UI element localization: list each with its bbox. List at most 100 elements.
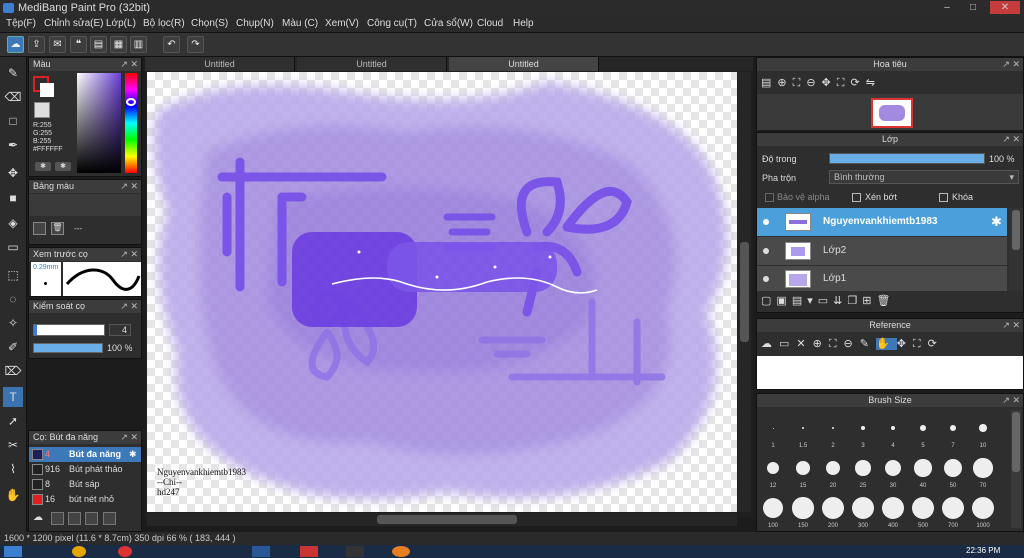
panel-controls-icon[interactable]: ↗ ✕ <box>120 431 138 444</box>
brush-size-dot[interactable] <box>796 461 810 475</box>
navigator-thumbnail[interactable] <box>871 98 913 128</box>
hue-slider[interactable] <box>125 73 137 173</box>
hand-tool-icon[interactable]: ✋ <box>3 485 23 505</box>
tab-untitled-1[interactable]: Untitled <box>145 57 295 71</box>
terminal-icon[interactable] <box>346 546 364 557</box>
grid-icon[interactable]: ▦ <box>110 36 127 53</box>
menu-capture[interactable]: Chụp(N) <box>236 18 274 29</box>
fit-window-icon[interactable]: ⛶ <box>913 338 928 350</box>
new-halftone-icon[interactable]: ▤ <box>792 295 807 307</box>
flip-icon[interactable]: ⇋ <box>866 77 881 89</box>
close-button[interactable]: ✕ <box>990 1 1020 14</box>
word-icon[interactable] <box>252 546 270 557</box>
maximize-button[interactable]: □ <box>962 1 984 14</box>
palette-area[interactable] <box>29 194 141 216</box>
new-layer-icon[interactable]: ▢ <box>761 295 776 307</box>
eraser-tool-icon[interactable]: ⌫ <box>3 87 23 107</box>
panel-controls-icon[interactable]: ↗ ✕ <box>120 248 138 261</box>
zoom-out-icon[interactable]: ⊖ <box>806 77 821 89</box>
saturation-picker[interactable] <box>77 73 121 173</box>
panel-controls-icon[interactable]: ↗ ✕ <box>1002 58 1020 71</box>
menu-tools[interactable]: Công cụ(T) <box>367 18 417 29</box>
operation-tool-icon[interactable]: ➚ <box>3 411 23 431</box>
brush-cloud-icon[interactable]: ☁ <box>33 512 47 525</box>
actual-size-icon[interactable]: ✥ <box>822 77 837 89</box>
new-brush-icon[interactable] <box>51 512 64 525</box>
brush-item-but-phat-thao[interactable]: 916 Bút phát thảo <box>29 462 141 477</box>
reference-view[interactable] <box>757 356 1023 389</box>
redo-icon[interactable]: ↷ <box>187 36 204 53</box>
rotate-icon[interactable]: ⟳ <box>928 338 944 350</box>
brush-tool-icon[interactable]: ✎ <box>3 63 23 83</box>
brush-size-dot[interactable] <box>861 426 865 430</box>
layout-icon[interactable]: ▥ <box>130 36 147 53</box>
duplicate-layer-icon[interactable]: ❐ <box>847 295 862 307</box>
cloud-icon[interactable]: ☁ <box>7 36 24 53</box>
eye-icon[interactable] <box>763 219 769 225</box>
minimize-button[interactable]: – <box>936 1 958 14</box>
brush-size-dot[interactable] <box>852 497 874 519</box>
vertical-scrollbar[interactable] <box>738 72 751 512</box>
menu-cloud[interactable]: Cloud <box>477 18 503 29</box>
new-palette-icon[interactable] <box>33 222 46 235</box>
lock-checkbox[interactable] <box>939 193 948 202</box>
copy-brush-icon[interactable] <box>68 512 81 525</box>
transparent-swatch[interactable] <box>34 102 50 118</box>
menu-help[interactable]: Help <box>513 18 534 29</box>
clipping-checkbox[interactable] <box>852 193 861 202</box>
brush-size-dot[interactable] <box>825 460 841 476</box>
eye-icon[interactable] <box>763 276 769 282</box>
gradient-tool-icon[interactable]: ▭ <box>3 237 23 257</box>
layer-opacity-slider[interactable] <box>829 153 985 164</box>
menu-window[interactable]: Cửa sổ(W) <box>424 18 473 29</box>
menu-color[interactable]: Màu (C) <box>282 18 318 29</box>
brush-size-dot[interactable] <box>914 459 932 477</box>
magic-wand-icon[interactable]: ✧ <box>3 313 23 333</box>
brush-item-but-da-nang[interactable]: 4 Bút đa năng ✱ <box>29 447 141 462</box>
brush-size-dot[interactable] <box>831 426 835 430</box>
panel-controls-icon[interactable]: ↗ ✕ <box>1002 394 1020 407</box>
swap-color-icon[interactable]: ✱ <box>35 162 51 171</box>
text-tool-icon[interactable]: T <box>3 387 23 407</box>
brush-size-dot[interactable] <box>762 497 784 519</box>
brush-size-dot[interactable] <box>979 424 987 432</box>
brush-size-dot[interactable] <box>772 427 774 429</box>
reference-close-icon[interactable]: ✕ <box>796 338 812 350</box>
select-pen-icon[interactable]: ✐ <box>3 337 23 357</box>
zoom-in-icon[interactable]: ⊕ <box>813 338 829 350</box>
brush-size-dot[interactable] <box>943 458 963 478</box>
start-icon[interactable] <box>4 546 22 557</box>
brush-menu-icon[interactable] <box>85 512 98 525</box>
layer-row-lop1[interactable]: Lớp1 <box>757 266 1007 291</box>
reference-dropper-icon[interactable]: ✎ <box>860 338 876 350</box>
brush-item-but-net-nho[interactable]: 16 bút nét nhỏ <box>29 492 141 507</box>
eyedropper-icon[interactable]: ⌇ <box>3 459 23 479</box>
delete-layer-icon[interactable]: 🗑 <box>876 295 895 307</box>
brush-size-dot[interactable] <box>890 425 896 431</box>
brush-size-dot[interactable] <box>855 460 871 476</box>
fit-icon[interactable]: ⛶ <box>793 77 807 89</box>
dropper-color-icon[interactable]: ✱ <box>55 162 71 171</box>
drawing-canvas[interactable]: Nguyenvankhiemtb1983 --Chi-- hd247 <box>147 72 737 512</box>
protect-alpha-checkbox[interactable] <box>765 193 774 202</box>
tab-untitled-2[interactable]: Untitled <box>297 57 447 71</box>
brush-size-dot[interactable] <box>792 497 814 519</box>
comment-icon[interactable]: ✉ <box>49 36 66 53</box>
zoom-in-icon[interactable]: ⊕ <box>777 77 792 89</box>
menu-edit[interactable]: Chỉnh sửa(E) <box>44 18 104 29</box>
layers-scrollbar[interactable] <box>1009 208 1023 291</box>
reference-open-icon[interactable]: ▭ <box>779 338 796 350</box>
merge-down-icon[interactable]: ⇊ <box>833 295 847 307</box>
app-taskbar-icon[interactable] <box>300 546 318 557</box>
bucket-tool-icon[interactable]: ◈ <box>3 213 23 233</box>
browser-icon[interactable] <box>118 546 132 557</box>
panel-controls-icon[interactable]: ↗ ✕ <box>120 300 138 313</box>
horizontal-scrollbar[interactable] <box>147 513 737 526</box>
hue-handle[interactable] <box>126 98 136 106</box>
select-rect-icon[interactable]: ⬚ <box>3 265 23 285</box>
menu-layer[interactable]: Lớp(L) <box>106 18 136 29</box>
fit-icon[interactable]: ⛶ <box>829 338 844 350</box>
brush-size-dot[interactable] <box>920 425 926 431</box>
gear-icon[interactable]: ✱ <box>991 214 1002 230</box>
brush-size-dot[interactable] <box>949 424 957 432</box>
